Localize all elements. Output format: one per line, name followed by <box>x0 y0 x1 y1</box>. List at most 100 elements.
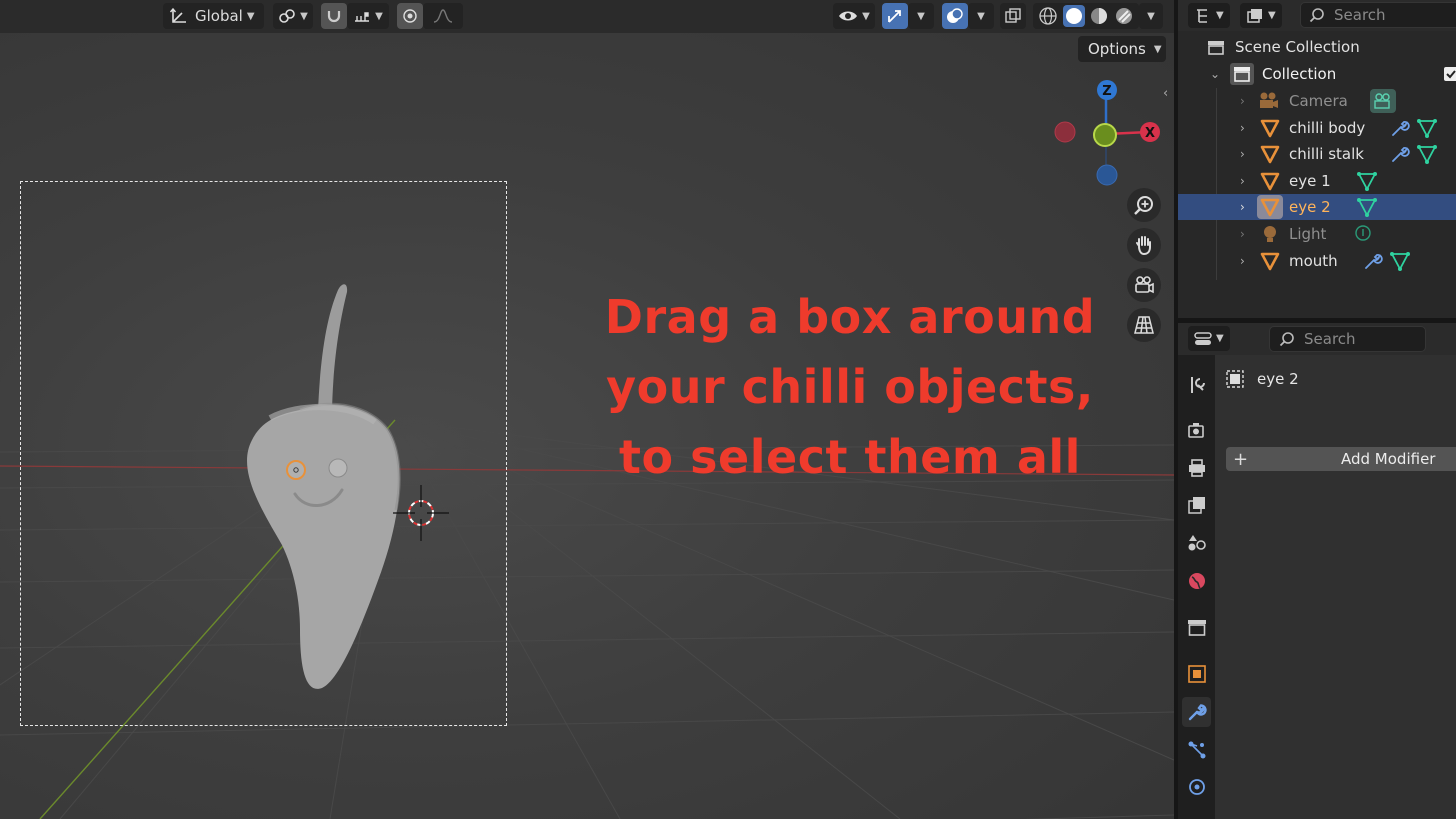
material-preview-icon[interactable] <box>1089 6 1109 26</box>
gizmo-neg-z <box>1096 164 1118 186</box>
wireframe-shading-icon[interactable] <box>1038 6 1058 26</box>
rendered-shading-icon[interactable] <box>1114 6 1134 26</box>
outliner-item-label: chilli stalk <box>1289 145 1364 163</box>
mesh-object-icon <box>1260 145 1280 164</box>
mesh-data-icon[interactable] <box>1416 117 1438 139</box>
gizmo-dropdown[interactable]: ▼ <box>908 3 934 29</box>
light-data-icon[interactable] <box>1353 224 1373 244</box>
properties-search-input[interactable]: Search <box>1269 326 1426 352</box>
display-mode-dropdown[interactable]: ▼ <box>1240 3 1282 28</box>
chevron-down-icon: ▼ <box>1216 333 1224 344</box>
chevron-right-icon[interactable]: › <box>1240 121 1245 135</box>
chevron-right-icon[interactable]: › <box>1240 227 1245 241</box>
pan-button[interactable] <box>1127 228 1161 262</box>
chevron-right-icon[interactable]: › <box>1240 200 1245 214</box>
tab-object[interactable] <box>1182 659 1211 689</box>
tab-collection[interactable] <box>1182 612 1211 642</box>
tab-modifiers[interactable] <box>1182 697 1211 727</box>
tab-world[interactable] <box>1182 566 1211 596</box>
outliner-search-input[interactable]: Search <box>1300 2 1456 28</box>
wrench-modifier-icon[interactable] <box>1390 144 1410 164</box>
outliner-search-placeholder: Search <box>1334 6 1386 24</box>
falloff-curve-icon <box>433 9 453 23</box>
exclude-checkbox-icon[interactable] <box>1444 67 1456 81</box>
chevron-down-icon[interactable]: ⌄ <box>1210 67 1220 81</box>
mesh-data-icon[interactable] <box>1389 250 1411 272</box>
scene-collection-row[interactable]: Scene Collection <box>1178 34 1456 60</box>
mesh-object-icon <box>1260 252 1280 271</box>
search-icon <box>1309 8 1324 23</box>
chevron-right-icon[interactable]: › <box>1240 174 1245 188</box>
collection-row[interactable]: ⌄ Collection <box>1178 61 1456 87</box>
chevron-down-icon: ▼ <box>977 10 985 22</box>
outliner-item-chilli-stalk[interactable]: › chilli stalk <box>1178 141 1456 167</box>
outliner-item-light[interactable]: › Light <box>1178 221 1456 247</box>
instruction-line-1: Drag a box around <box>604 290 1096 344</box>
navigation-gizmo[interactable]: Z X <box>1050 76 1166 188</box>
outliner-item-label: Camera <box>1289 92 1348 110</box>
magnet-icon <box>327 11 341 23</box>
wrench-modifier-icon[interactable] <box>1363 251 1383 271</box>
overlays-toggle[interactable] <box>942 3 968 29</box>
gizmo-toggle[interactable] <box>882 3 908 29</box>
camera-object-icon <box>1260 92 1278 108</box>
snap-toggle[interactable] <box>321 3 347 29</box>
editor-type-dropdown[interactable]: ▼ <box>1188 3 1230 28</box>
proportional-editing-toggle[interactable] <box>397 3 423 29</box>
camera-data-icon[interactable] <box>1370 89 1396 113</box>
tutorial-instruction: Drag a box around your chilli objects, t… <box>600 282 1100 492</box>
particles-icon <box>1188 741 1205 759</box>
chevron-down-icon: ▼ <box>1216 10 1224 21</box>
proportional-falloff-dropdown[interactable] <box>423 3 463 29</box>
options-dropdown[interactable]: Options ▼ <box>1078 36 1166 62</box>
gizmo-x-label: X <box>1145 126 1155 141</box>
camera-view-button[interactable] <box>1127 268 1161 302</box>
add-modifier-button[interactable]: + Add Modifier <box>1226 447 1456 471</box>
mesh-data-icon[interactable] <box>1356 170 1378 192</box>
tab-physics[interactable] <box>1182 772 1211 802</box>
scene-collection-label: Scene Collection <box>1235 38 1360 56</box>
outliner-item-label: mouth <box>1289 252 1338 270</box>
tab-scene[interactable] <box>1182 528 1211 558</box>
mesh-data-icon[interactable] <box>1356 196 1378 218</box>
pivot-point-dropdown[interactable]: ▼ <box>273 3 313 29</box>
chevron-down-icon: ▼ <box>1268 10 1276 21</box>
transform-orientation-dropdown[interactable]: Global ▼ <box>163 3 264 29</box>
outliner-item-label: chilli body <box>1289 119 1366 137</box>
snap-target-dropdown[interactable]: ▼ <box>347 3 389 29</box>
light-object-icon <box>1264 226 1276 242</box>
zoom-button[interactable] <box>1127 188 1161 222</box>
outliner-item-eye-2[interactable]: › eye 2 <box>1178 194 1456 220</box>
chevron-right-icon[interactable]: › <box>1240 254 1245 268</box>
tab-tool[interactable] <box>1182 370 1211 400</box>
3d-viewport[interactable]: Drag a box around your chilli objects, t… <box>0 0 1174 819</box>
editor-type-dropdown[interactable]: ▼ <box>1188 326 1230 351</box>
outliner-item-mouth[interactable]: › mouth <box>1178 248 1456 274</box>
wrench-modifier-icon[interactable] <box>1390 118 1410 138</box>
object-name: eye 2 <box>1257 370 1299 388</box>
tab-render[interactable] <box>1182 415 1211 445</box>
chevron-down-icon: ▼ <box>300 10 308 22</box>
outliner-item-eye-1[interactable]: › eye 1 <box>1178 168 1456 194</box>
solid-shading-icon[interactable] <box>1062 5 1085 27</box>
chevron-right-icon[interactable]: › <box>1240 94 1245 108</box>
shading-dropdown[interactable]: ▼ <box>1139 3 1163 29</box>
physics-icon <box>1188 779 1205 795</box>
chevron-right-icon[interactable]: › <box>1240 147 1245 161</box>
outliner-item-camera[interactable]: › Camera <box>1178 88 1456 114</box>
object-name-row: eye 2 <box>1225 367 1299 391</box>
mesh-data-icon[interactable] <box>1416 143 1438 165</box>
mesh-object-icon <box>1260 119 1280 138</box>
gizmo-neg-x <box>1054 121 1076 143</box>
outliner-item-chilli-body[interactable]: › chilli body <box>1178 115 1456 141</box>
outliner-item-label: Light <box>1289 225 1327 243</box>
tab-view-layer[interactable] <box>1182 490 1211 520</box>
object-visibility-dropdown[interactable]: ▼ <box>833 3 875 29</box>
tool-icon <box>1190 377 1205 393</box>
tab-output[interactable] <box>1182 453 1211 483</box>
tab-particles[interactable] <box>1182 735 1211 765</box>
perspective-toggle-button[interactable] <box>1127 308 1161 342</box>
xray-toggle[interactable] <box>1000 3 1026 29</box>
overlays-dropdown[interactable]: ▼ <box>968 3 994 29</box>
instruction-line-3: to select them all <box>619 430 1081 484</box>
